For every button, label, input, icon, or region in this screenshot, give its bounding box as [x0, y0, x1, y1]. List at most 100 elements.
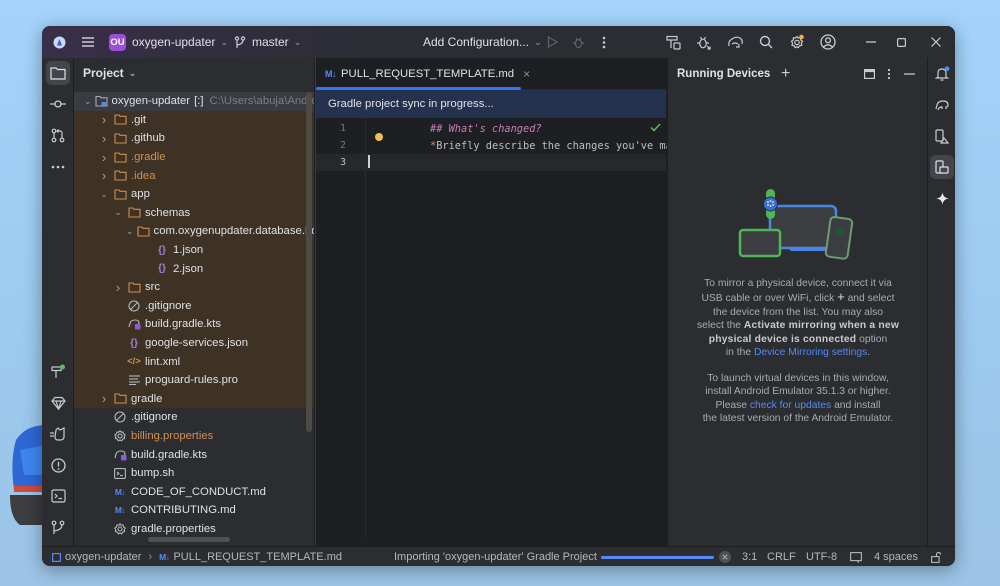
emulator-line: install Android Emulator 35.1.3 or highe…	[705, 386, 891, 398]
settings-icon[interactable]	[788, 26, 806, 58]
chevron-right-icon[interactable]: ›	[98, 112, 110, 127]
options-more-icon[interactable]	[887, 68, 891, 80]
left-tool-window-bar	[42, 58, 74, 546]
gradle-elephant-icon[interactable]	[930, 92, 954, 116]
tab-pull-request-template[interactable]: M↓ PULL_REQUEST_TEMPLATE.md ×	[316, 58, 530, 90]
vertical-scrollbar[interactable]	[306, 92, 312, 432]
bug-icon[interactable]	[694, 26, 712, 58]
chevron-down-icon[interactable]: ⌄	[84, 96, 92, 107]
tree-item[interactable]: {} google-services.json	[74, 333, 314, 353]
horizontal-scrollbar[interactable]	[148, 537, 230, 542]
tree-item[interactable]: › .git	[74, 110, 314, 130]
tree-item[interactable]: M↓ CODE_OF_CONDUCT.md	[74, 482, 314, 501]
tree-item[interactable]: </> lint.xml	[74, 352, 314, 371]
tree-item[interactable]: build.gradle.kts	[74, 445, 314, 464]
tree-item[interactable]: M↓ CONTRIBUTING.md	[74, 501, 314, 520]
device-mirroring-settings-link[interactable]: Device Mirroring settings	[754, 347, 867, 358]
tree-item[interactable]: billing.properties	[74, 427, 314, 446]
file-encoding[interactable]: UTF-8	[806, 547, 837, 566]
caret-position[interactable]: 3:1	[742, 547, 757, 566]
close-icon[interactable]	[929, 26, 943, 58]
folder-icon	[113, 150, 127, 164]
intention-bulb-icon[interactable]	[375, 133, 383, 141]
running-devices-icon[interactable]	[930, 155, 954, 179]
tree-item[interactable]: gradle.properties	[74, 520, 314, 539]
breadcrumb-file[interactable]: PULL_REQUEST_TEMPLATE.md	[173, 551, 342, 563]
tree-item[interactable]: .gitignore	[74, 408, 314, 427]
tree-item[interactable]: › gradle	[74, 389, 314, 409]
check-for-updates-link[interactable]: check for updates	[750, 400, 831, 411]
tree-item[interactable]: ⌄ app	[74, 184, 314, 204]
device-sync-icon[interactable]	[725, 26, 745, 58]
gemini-sparkle-icon[interactable]	[930, 186, 954, 210]
code-line-3[interactable]: 3	[316, 154, 666, 171]
problems-icon[interactable]	[46, 453, 70, 477]
android-studio-icon[interactable]	[50, 26, 68, 58]
cancel-task-button[interactable]	[719, 547, 731, 566]
tab-label: PULL_REQUEST_TEMPLATE.md	[341, 68, 515, 80]
add-device-button[interactable]: +	[781, 65, 790, 83]
tree-item[interactable]: bump.sh	[74, 464, 314, 483]
run-icon[interactable]	[544, 26, 560, 58]
tab-close-icon[interactable]: ×	[523, 67, 530, 81]
debug-icon[interactable]	[570, 26, 586, 58]
chevron-right-icon[interactable]: ›	[98, 131, 110, 146]
tree-item[interactable]: › .github	[74, 129, 314, 148]
breadcrumb-project[interactable]: oxygen-updater	[65, 551, 141, 563]
tree-item[interactable]: ⌄ schemas	[74, 203, 314, 223]
build-hammer-icon[interactable]	[664, 26, 682, 58]
more-horizontal-icon[interactable]	[46, 155, 70, 179]
tree-item[interactable]: › .gradle	[74, 147, 314, 167]
chevron-down-icon[interactable]: ⌄	[112, 207, 124, 218]
pull-requests-icon[interactable]	[46, 123, 70, 147]
tree-item[interactable]: proguard-rules.pro	[74, 370, 314, 390]
tree-item[interactable]: {} 1.json	[74, 240, 314, 260]
markdown-file-icon: M↓	[159, 552, 170, 562]
search-icon[interactable]	[758, 26, 774, 58]
logcat-icon[interactable]	[46, 422, 70, 446]
chevron-right-icon[interactable]: ›	[98, 168, 110, 183]
run-configuration-selector[interactable]: Add Configuration... ⌄	[423, 26, 542, 58]
tree-item-label: lint.xml	[145, 355, 181, 368]
minimize-icon[interactable]	[864, 26, 878, 58]
tree-item[interactable]: ⌄ com.oxygenupdater.database.Lo	[74, 222, 314, 241]
background-task-label: Importing 'oxygen-updater' Gradle Projec…	[394, 551, 597, 563]
tree-item[interactable]: {} 2.json	[74, 259, 314, 278]
tree-item[interactable]: build.gradle.kts	[74, 315, 314, 334]
hide-panel-icon[interactable]	[904, 73, 915, 75]
tree-root[interactable]: ⌄ oxygen-updater [:] C:\Users\abuja\Andr…	[74, 92, 314, 111]
version-control-icon[interactable]	[46, 515, 70, 539]
chevron-right-icon[interactable]: ›	[98, 391, 110, 406]
project-view-selector[interactable]: Project ⌄	[74, 58, 314, 88]
indent-setting[interactable]: 4 spaces	[874, 547, 918, 566]
more-vertical-icon[interactable]	[597, 26, 611, 58]
maximize-icon[interactable]	[894, 26, 908, 58]
code-editor[interactable]: 1 ## What's changed? 2 *Briefly describe…	[316, 118, 721, 538]
chevron-down-icon[interactable]: ⌄	[126, 226, 134, 237]
chevron-down-icon[interactable]: ⌄	[98, 189, 110, 200]
layout-toggle-icon[interactable]	[864, 69, 875, 79]
background-task[interactable]: Importing 'oxygen-updater' Gradle Projec…	[394, 547, 597, 566]
commit-icon[interactable]	[46, 92, 70, 116]
project-folder-icon[interactable]	[46, 61, 70, 85]
terminal-icon[interactable]	[46, 484, 70, 508]
project-tree: ⌄ oxygen-updater [:] C:\Users\abuja\Andr…	[74, 92, 314, 538]
chevron-right-icon[interactable]: ›	[112, 280, 124, 295]
tree-item[interactable]: .gitignore	[74, 296, 314, 316]
reader-mode-icon[interactable]	[850, 547, 862, 566]
line-separator[interactable]: CRLF	[767, 547, 796, 566]
code-line-2[interactable]: 2 *Briefly describe the changes you've m…	[316, 133, 721, 154]
build-icon[interactable]	[46, 360, 70, 384]
notifications-icon[interactable]	[930, 61, 954, 85]
account-icon[interactable]	[819, 26, 837, 58]
folder-icon	[127, 206, 141, 220]
hamburger-menu-icon[interactable]	[80, 26, 96, 58]
lock-icon[interactable]	[931, 547, 942, 566]
device-manager-icon[interactable]	[930, 124, 954, 148]
chevron-right-icon[interactable]: ›	[98, 150, 110, 165]
project-selector[interactable]: OU oxygen-updater ⌄	[109, 26, 228, 58]
tree-item[interactable]: › .idea	[74, 166, 314, 185]
branch-selector[interactable]: master ⌄	[234, 26, 301, 58]
gem-icon[interactable]	[46, 391, 70, 415]
tree-item[interactable]: › src	[74, 277, 314, 297]
